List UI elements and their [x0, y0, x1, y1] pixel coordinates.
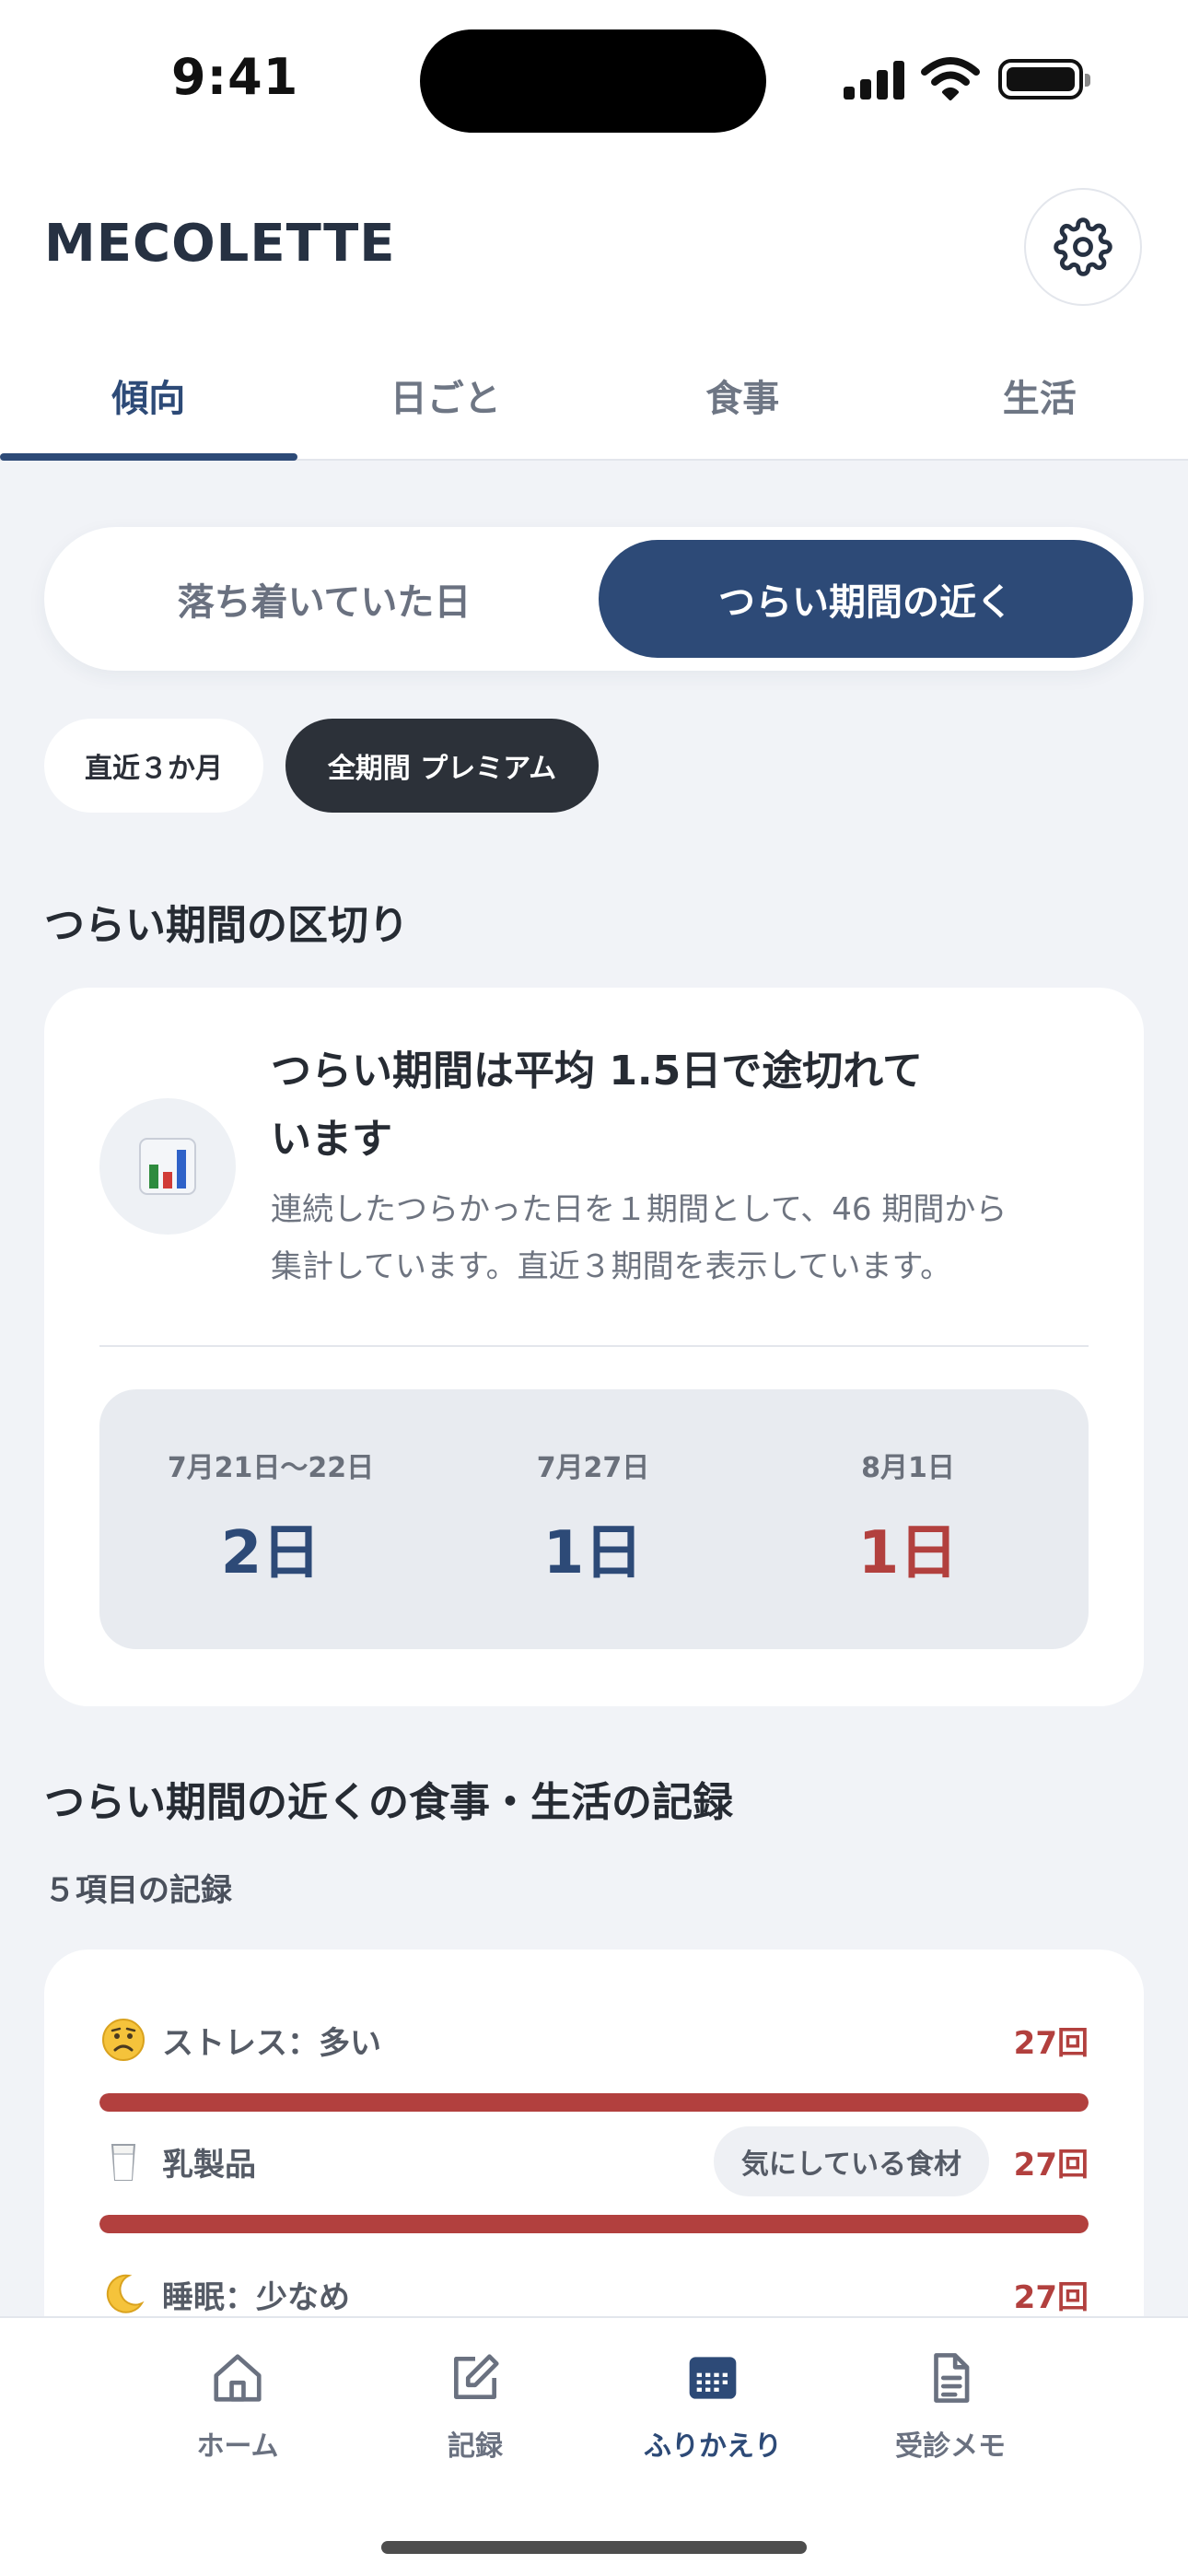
tab-trends[interactable]: 傾向 — [0, 332, 297, 461]
nav-visit-memo-label: 受診メモ — [895, 2430, 1006, 2463]
record-bar — [99, 2215, 1089, 2233]
record-label: ストレス：多い — [162, 2024, 381, 2062]
chip-recent-3-months[interactable]: 直近３か月 — [44, 719, 263, 813]
record-bar-fill — [99, 2215, 1089, 2233]
chip-all-period-premium[interactable]: 全期間 プレミアム — [285, 719, 599, 813]
period-length: 1日 — [542, 1519, 644, 1587]
record-count: 27回 — [1013, 2146, 1089, 2184]
period-segmented-control: 落ち着いていた日 つらい期間の近く — [44, 527, 1144, 671]
status-bar: 9:41 — [0, 0, 1188, 157]
period-length: 1日 — [857, 1519, 959, 1587]
period-date: 7月27日 — [536, 1452, 650, 1484]
average-period-title-line2: います — [271, 1116, 392, 1163]
records-count-label: ５項目の記録 — [44, 1872, 232, 1909]
wifi-icon — [921, 57, 980, 100]
record-label: 乳製品 — [162, 2146, 256, 2184]
tab-meals[interactable]: 食事 — [594, 332, 891, 459]
watched-food-badge: 気にしている食材 — [713, 2126, 989, 2196]
cellular-signal-icon — [844, 59, 904, 100]
period-item: 7月27日 1日 — [455, 1445, 731, 1590]
card-divider — [99, 1345, 1089, 1347]
dynamic-island — [420, 29, 766, 133]
description-line2: 集計しています。直近３期間を表示しています。 — [271, 1248, 952, 1285]
home-icon — [214, 2354, 262, 2402]
recent-periods-panel: 7月21日〜22日 2日 7月27日 1日 8月1日 1日 — [99, 1389, 1089, 1649]
worried-face-icon — [99, 2016, 147, 2064]
section-title-records: つらい期間の近くの食事・生活の記録 — [44, 1779, 733, 1826]
record-bar — [99, 2093, 1089, 2112]
status-time: 9:41 — [171, 48, 299, 106]
nav-review-label: ふりかえり — [644, 2430, 782, 2463]
section-title-periods: つらい期間の区切り — [44, 902, 409, 949]
record-item[interactable]: 乳製品 気にしている食材 27回 — [99, 2125, 1089, 2233]
app-header: MECOLETTE — [0, 157, 1188, 332]
nav-home-label: ホーム — [196, 2430, 279, 2463]
average-period-title: つらい期間は平均 1.5日で途切れて います — [271, 1037, 1081, 1174]
bar-chart-icon — [139, 1138, 196, 1195]
record-count: 27回 — [1013, 2278, 1089, 2316]
period-item: 7月21日〜22日 2日 — [133, 1445, 409, 1590]
segment-near-hard-periods[interactable]: つらい期間の近く — [599, 540, 1133, 658]
record-label: 睡眠：少なめ — [162, 2278, 350, 2316]
nav-record[interactable]: 記録 — [365, 2346, 586, 2464]
document-icon — [934, 2353, 970, 2403]
top-tab-bar: 傾向 日ごと 食事 生活 — [0, 332, 1188, 461]
calendar-icon — [689, 2357, 737, 2399]
segment-calm-days[interactable]: 落ち着いていた日 — [57, 540, 591, 658]
app-screen: 9:41 MECOLETTE 傾向 日ごと 食事 生活 落ち着いていた日 つらい… — [0, 0, 1188, 2576]
nav-record-label: 記録 — [448, 2430, 503, 2463]
nav-visit-memo[interactable]: 受診メモ — [840, 2346, 1061, 2464]
tab-lifestyle[interactable]: 生活 — [891, 332, 1188, 459]
period-date: 7月21日〜22日 — [167, 1452, 375, 1484]
average-period-description: 連続したつらかった日を１期間として、46 期間から 集計しています。直近３期間を… — [271, 1181, 1081, 1295]
record-bar-fill — [99, 2093, 1089, 2112]
nav-home[interactable]: ホーム — [127, 2346, 348, 2464]
record-item[interactable]: ストレス：多い 27回 — [99, 2003, 1089, 2112]
record-count: 27回 — [1013, 2024, 1089, 2062]
settings-button[interactable] — [1024, 188, 1142, 306]
bottom-navigation: ホーム 記録 ふりかえり 受診メモ — [0, 2316, 1188, 2576]
app-logo: MECOLETTE — [44, 214, 396, 274]
average-period-title-line1: つらい期間は平均 1.5日で途切れて — [271, 1048, 923, 1095]
milk-glass-icon — [99, 2137, 147, 2185]
edit-icon — [454, 2354, 499, 2399]
moon-icon — [99, 2270, 147, 2318]
period-item: 8月1日 1日 — [770, 1445, 1046, 1590]
home-indicator — [381, 2541, 807, 2554]
period-length: 2日 — [220, 1519, 321, 1587]
tab-daily[interactable]: 日ごと — [297, 332, 595, 459]
description-line1: 連続したつらかった日を１期間として、46 期間から — [271, 1191, 1007, 1228]
chart-icon-container — [99, 1098, 236, 1235]
gear-icon — [1054, 217, 1112, 276]
hard-period-summary-card: つらい期間は平均 1.5日で途切れて います 連続したつらかった日を１期間として… — [44, 988, 1144, 1706]
period-date: 8月1日 — [861, 1452, 955, 1484]
nav-review[interactable]: ふりかえり — [602, 2346, 823, 2464]
battery-icon — [998, 59, 1090, 100]
